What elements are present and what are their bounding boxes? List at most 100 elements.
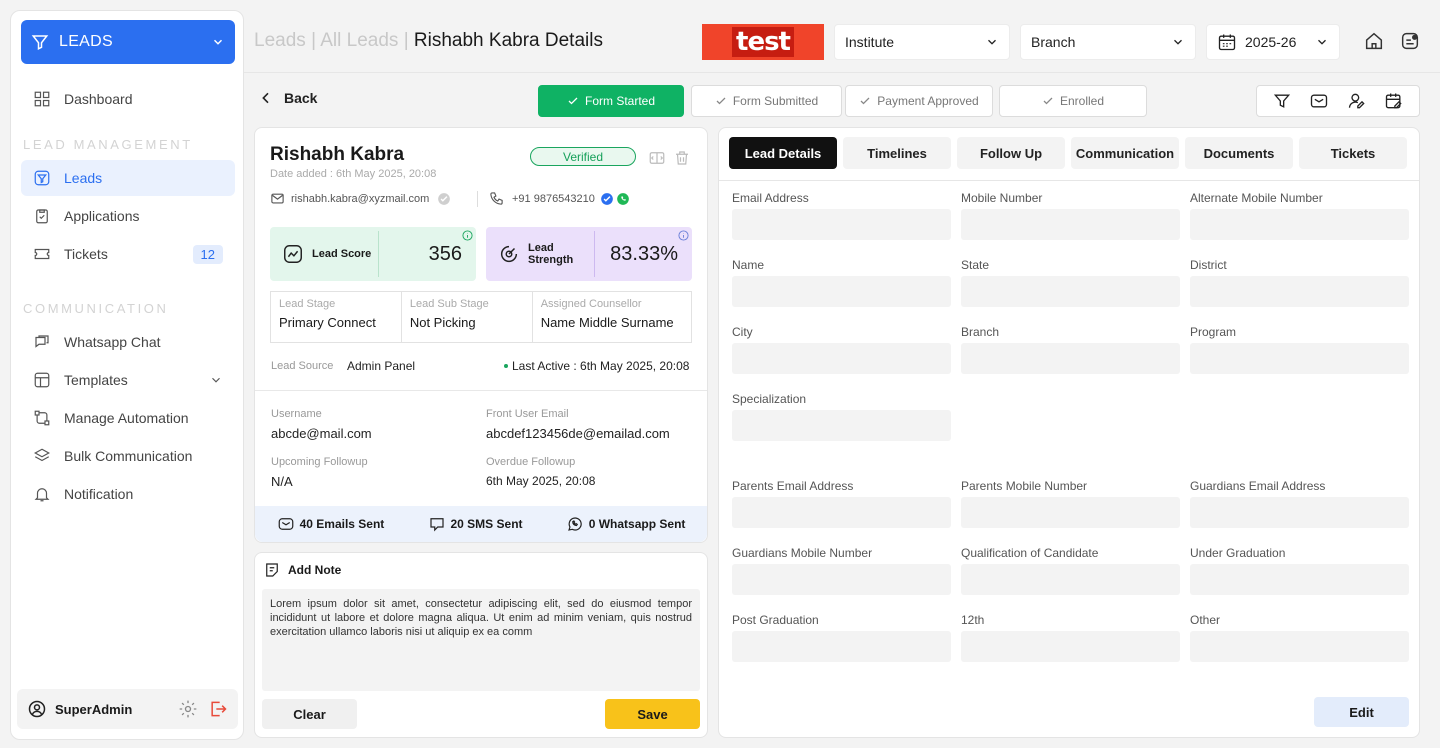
field-input[interactable] <box>961 497 1180 528</box>
tab-lead-details[interactable]: Lead Details <box>729 137 837 169</box>
field-input[interactable] <box>732 631 951 662</box>
field-input[interactable] <box>1190 276 1409 307</box>
tab-communication[interactable]: Communication <box>1071 137 1179 169</box>
field-input[interactable] <box>961 564 1180 595</box>
sidebar-item-whatsapp-chat[interactable]: Whatsapp Chat <box>21 324 235 360</box>
field-input[interactable] <box>1190 209 1409 240</box>
phone-icon <box>490 192 503 205</box>
tab-tickets[interactable]: Tickets <box>1299 137 1407 169</box>
last-active: Last Active : 6th May 2025, 20:08 <box>512 359 690 373</box>
branch-select[interactable]: Branch <box>1020 24 1196 60</box>
notes-icon[interactable] <box>1399 30 1421 52</box>
chevron-down-icon <box>212 377 220 383</box>
step-payment-approved: Payment Approved <box>845 85 993 117</box>
breadcrumb-leads[interactable]: Leads <box>254 30 306 51</box>
chevron-down-icon <box>1318 39 1326 45</box>
year-select[interactable]: 2025-26 <box>1206 24 1340 60</box>
field-input[interactable] <box>732 276 951 307</box>
calendar-icon <box>1218 34 1236 51</box>
field-parents-mobile-number: Parents Mobile Number <box>961 479 1180 528</box>
field-label: Qualification of Candidate <box>961 546 1099 560</box>
info-icon[interactable] <box>678 230 689 241</box>
field-label: Parents Mobile Number <box>961 479 1088 493</box>
chevron-down-icon <box>988 39 996 45</box>
field-label: Mobile Number <box>961 191 1043 205</box>
check-icon <box>716 97 726 105</box>
logout-icon[interactable] <box>208 699 228 719</box>
breadcrumb-all-leads[interactable]: All Leads <box>320 30 398 51</box>
lead-source-value: Admin Panel <box>347 359 416 373</box>
field-input[interactable] <box>732 497 951 528</box>
sidebar-item-applications[interactable]: Applications <box>21 198 235 234</box>
tickets-count-badge: 12 <box>192 244 223 264</box>
field-input[interactable] <box>1190 343 1409 374</box>
sidebar-item-dashboard[interactable]: Dashboard <box>21 81 235 117</box>
institute-select[interactable]: Institute <box>834 24 1010 60</box>
field-label: Email Address <box>732 191 809 205</box>
sidebar-item-notification[interactable]: Notification <box>21 476 235 512</box>
tab-follow-up[interactable]: Follow Up <box>957 137 1065 169</box>
save-button[interactable]: Save <box>605 699 700 729</box>
info-icon[interactable] <box>462 230 473 241</box>
sidebar-item-label: Tickets <box>64 246 108 262</box>
field-input[interactable] <box>1190 564 1409 595</box>
lead-strength-box: Lead Strength 83.33% <box>486 227 692 281</box>
field-label: Alternate Mobile Number <box>1190 191 1323 205</box>
field-input[interactable] <box>961 343 1180 374</box>
field-input[interactable] <box>732 209 951 240</box>
field-label: Post Graduation <box>732 613 819 627</box>
mail-icon[interactable] <box>1309 91 1329 111</box>
trash-icon[interactable] <box>673 149 691 167</box>
username-value: abcde@mail.com <box>271 426 372 441</box>
sms-sent: 20 SMS Sent <box>428 515 523 533</box>
add-note-title: Add Note <box>288 563 342 577</box>
sidebar-item-leads[interactable]: Leads <box>21 160 235 196</box>
field-input[interactable] <box>961 209 1180 240</box>
module-selector[interactable]: LEADS <box>21 20 235 64</box>
sidebar-item-manage-automation[interactable]: Manage Automation <box>21 400 235 436</box>
upcoming-followup-label: Upcoming Followup <box>271 456 368 468</box>
institute-value: Institute <box>845 34 895 50</box>
funnel-icon[interactable] <box>1272 91 1292 111</box>
field-input[interactable] <box>1190 631 1409 662</box>
sidebar-item-templates[interactable]: Templates <box>21 362 235 398</box>
field-input[interactable] <box>961 276 1180 307</box>
front-user-email-value: abcdef123456de@emailad.com <box>486 426 670 441</box>
settings-icon[interactable] <box>178 699 198 719</box>
field-label: Name <box>732 258 765 272</box>
sidebar-item-bulk-communication[interactable]: Bulk Communication <box>21 438 235 474</box>
breadcrumb-separator: | <box>403 30 409 51</box>
username-label: Username <box>271 408 322 420</box>
clear-button[interactable]: Clear <box>262 699 357 729</box>
field-input[interactable] <box>732 564 951 595</box>
whatsapp-sent-label: 0 Whatsapp Sent <box>588 517 686 531</box>
whatsapp-icon[interactable] <box>616 192 630 206</box>
communication-summary: 40 Emails Sent 20 SMS Sent 0 Whatsapp Se… <box>255 506 707 542</box>
strength-divider <box>594 231 595 277</box>
back-button[interactable]: Back <box>258 90 317 106</box>
sidebar-item-tickets[interactable]: Tickets 12 <box>21 236 235 272</box>
chat-icon <box>35 335 49 348</box>
field-state: State <box>961 258 1180 307</box>
verified-check-icon <box>601 192 613 205</box>
swap-icon[interactable] <box>648 149 666 167</box>
field-input[interactable] <box>1190 497 1409 528</box>
user-edit-icon[interactable] <box>1347 91 1367 111</box>
field-label: Guardians Mobile Number <box>732 546 873 560</box>
note-textarea[interactable]: Lorem ipsum dolor sit amet, consectetur … <box>262 589 700 691</box>
brand-logo-text: test <box>732 27 794 57</box>
edit-button[interactable]: Edit <box>1314 697 1409 727</box>
field-label: City <box>732 325 753 339</box>
field-input[interactable] <box>961 631 1180 662</box>
field-input[interactable] <box>732 410 951 441</box>
calendar-edit-icon[interactable] <box>1384 91 1404 111</box>
tab-documents[interactable]: Documents <box>1185 137 1293 169</box>
home-icon[interactable] <box>1363 30 1385 52</box>
step-label: Enrolled <box>1059 94 1105 108</box>
breadcrumb: Leads | All Leads | Rishabh Kabra Detail… <box>254 30 603 52</box>
tab-timelines[interactable]: Timelines <box>843 137 951 169</box>
lead-strength-label: Lead Strength <box>528 242 574 266</box>
field-input[interactable] <box>732 343 951 374</box>
field-email-address: Email Address <box>732 191 951 240</box>
gauge-icon <box>500 245 518 263</box>
